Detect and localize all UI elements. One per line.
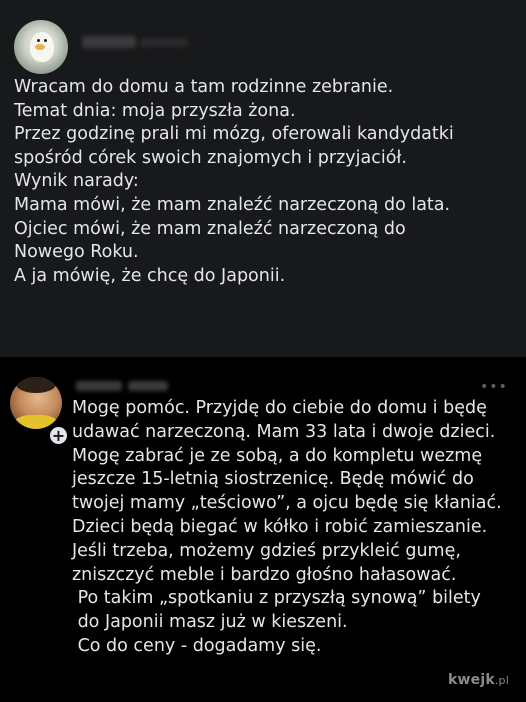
comment-line: Dzieci będą biegać w kółko i robić zamie… — [72, 516, 488, 537]
more-options-icon[interactable]: ••• — [480, 379, 508, 395]
post-line: Wracam do domu a tam rodzinne zebranie. — [14, 77, 394, 97]
commenter-avatar[interactable] — [10, 377, 62, 429]
watermark-brand: kwejk — [448, 672, 495, 688]
post-body: Wracam do domu a tam rodzinne zebranie. … — [14, 76, 519, 288]
post-line: Nowego Roku. — [14, 242, 139, 263]
comment-line: Mogę zabrać je ze sobą, a do kompletu we… — [72, 445, 483, 466]
comment-line: Mogę pomóc. Przyjdę do ciebie do domu i … — [72, 398, 487, 418]
post-line: Przez godzinę prali mi mózg, oferowali k… — [14, 124, 454, 145]
comment-body: Mogę pomóc. Przyjdę do ciebie do domu i … — [72, 397, 522, 659]
comment-line: Jeśli trzeba, możemy gdzieś przykleić gu… — [72, 540, 461, 561]
post-line: Mama mówi, że mam znaleźć narzeczoną do … — [14, 194, 451, 215]
post-line: Ojciec mówi, że mam znaleźć narzeczoną d… — [14, 218, 406, 239]
post-author-name-blurred[interactable] — [82, 36, 136, 48]
avatar-hair — [16, 377, 56, 393]
comment-line: zniszczyć meble i bardzo głośno hałasowa… — [72, 564, 457, 585]
bird-beak — [35, 44, 45, 50]
post-line: spośród córek swoich znajomych i przyjac… — [14, 147, 407, 168]
comment-line: twojej mamy „teściowo”, a ojcu będę się … — [72, 493, 502, 514]
bird-eye-left — [37, 39, 40, 42]
post-author-avatar[interactable] — [14, 20, 68, 74]
comment-line: Co do ceny - dogadamy się. — [72, 635, 322, 656]
bird-eye-right — [44, 39, 47, 42]
kwejk-watermark-logo: kwejk.pl — [448, 672, 509, 688]
post-line: Wynik narady: — [14, 171, 139, 192]
commenter-surname-blurred[interactable] — [128, 381, 168, 391]
comment-line: do Japonii masz już w kieszeni. — [72, 612, 348, 633]
post-card: Wracam do domu a tam rodzinne zebranie. … — [0, 0, 526, 357]
plus-icon[interactable]: + — [48, 425, 69, 446]
commenter-name-blurred[interactable] — [76, 381, 122, 391]
comment-line: Po takim „spotkaniu z przyszłą synową” b… — [72, 588, 481, 609]
post-meta-blurred — [140, 38, 188, 47]
comment-line: jeszcze 15-letnią siostrzenicę. Będę mów… — [72, 469, 474, 490]
post-line: Temat dnia: moja przyszła żona. — [14, 100, 296, 121]
watermark-tld: .pl — [494, 674, 509, 687]
comment-card: + ••• Mogę pomóc. Przyjdę do ciebie do d… — [0, 357, 526, 702]
comment-line: udawać narzeczoną. Mam 33 lata i dwoje d… — [72, 421, 496, 442]
post-line: A ja mówię, że chcę do Japonii. — [14, 265, 286, 286]
